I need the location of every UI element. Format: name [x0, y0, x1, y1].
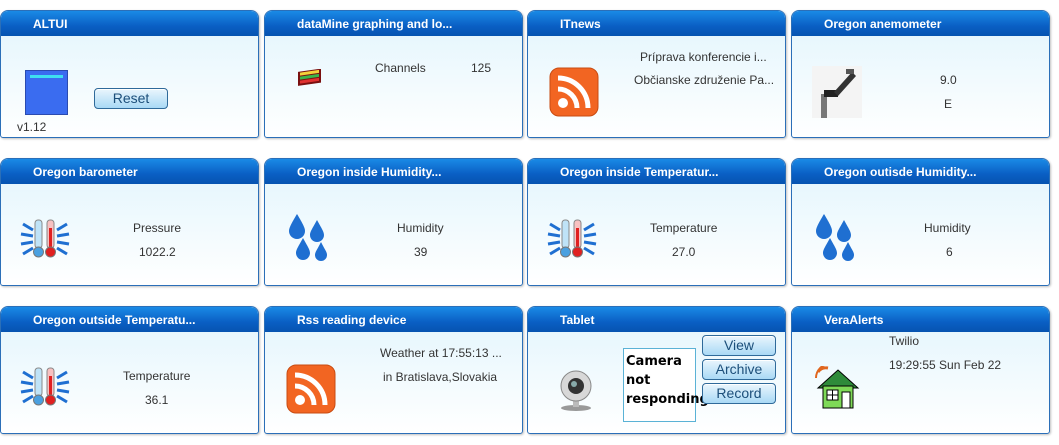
version-label: v1.12	[17, 120, 47, 134]
tile-altui: ALTUI Reset v1.12	[0, 10, 259, 138]
graph-icon	[298, 69, 321, 86]
webcam-icon	[560, 370, 592, 411]
alert-provider: Twilio	[889, 334, 920, 348]
rss-icon	[549, 67, 599, 117]
pressure-label: Pressure	[133, 221, 182, 235]
tile-title: Oregon inside Temperatur...	[528, 159, 785, 184]
rss-icon	[286, 364, 336, 414]
tile-itnews: ITnews Príprava konferencie i... Občians…	[527, 10, 786, 138]
tile-oregon-barometer: Oregon barometer Pressure 1022.2	[0, 158, 259, 286]
tile-title: Rss reading device	[265, 307, 522, 332]
tile-oregon-outside-temperature: Oregon outside Temperatu... Temperature …	[0, 306, 259, 434]
tile-oregon-inside-humidity: Oregon inside Humidity... Humidity 39	[264, 158, 523, 286]
thermometer-icon	[547, 219, 597, 258]
humidity-value: 39	[414, 245, 428, 259]
news-line-2: Občianske združenie Pa...	[634, 73, 775, 87]
humidity-label: Humidity	[397, 221, 444, 235]
anemometer-icon	[812, 66, 862, 118]
tile-title: Tablet	[528, 307, 785, 332]
camera-status: Camera not responding	[623, 348, 709, 422]
tile-title: Oregon outisde Humidity...	[792, 159, 1049, 184]
alert-timestamp: 19:29:55 Sun Feb 22	[889, 358, 1002, 372]
tile-title: Oregon inside Humidity...	[265, 159, 522, 184]
view-button[interactable]: View	[702, 335, 776, 356]
tile-title: Oregon barometer	[1, 159, 258, 184]
tile-oregon-anemometer: Oregon anemometer 9.0 E	[791, 10, 1050, 138]
wind-speed: 9.0	[940, 73, 957, 87]
humidity-label: Humidity	[924, 221, 971, 235]
altui-icon	[25, 70, 68, 115]
water-drops-icon	[816, 214, 854, 261]
humidity-value: 6	[946, 245, 953, 259]
rss-line-2: in Bratislava,Slovakia	[383, 370, 498, 384]
tile-tablet: Tablet Camera not responding View Archiv…	[527, 306, 786, 434]
temperature-value: 36.1	[145, 393, 169, 407]
tile-title: VeraAlerts	[792, 307, 1049, 332]
thermometer-icon	[20, 219, 70, 258]
tile-veraalerts: VeraAlerts Twilio 19:29:55 Sun Feb 22	[791, 306, 1050, 434]
tile-rss-reading-device: Rss reading device Weather at 17:55:13 .…	[264, 306, 523, 434]
thermometer-icon	[20, 367, 70, 406]
tile-oregon-outisde-humidity: Oregon outisde Humidity... Humidity 6	[791, 158, 1050, 286]
tile-datamine: dataMine graphing and lo... Channels 125	[264, 10, 523, 138]
tile-title: Oregon outside Temperatu...	[1, 307, 258, 332]
temperature-label: Temperature	[123, 369, 191, 383]
tile-oregon-inside-temperature: Oregon inside Temperatur... Temperature …	[527, 158, 786, 286]
tile-title: dataMine graphing and lo...	[265, 11, 522, 36]
tile-title: ITnews	[528, 11, 785, 36]
archive-button[interactable]: Archive	[702, 359, 776, 380]
pressure-value: 1022.2	[139, 245, 176, 259]
rss-line-1: Weather at 17:55:13 ...	[380, 346, 502, 360]
temperature-value: 27.0	[672, 245, 696, 259]
channels-value: 125	[471, 61, 492, 75]
news-line-1: Príprava konferencie i...	[640, 50, 767, 64]
water-drops-icon	[289, 214, 327, 261]
channels-label: Channels	[375, 61, 426, 75]
reset-button[interactable]: Reset	[94, 88, 168, 109]
tile-title: Oregon anemometer	[792, 11, 1049, 36]
temperature-label: Temperature	[650, 221, 718, 235]
house-icon	[815, 366, 860, 409]
tile-title: ALTUI	[1, 11, 258, 36]
wind-direction: E	[944, 97, 953, 111]
record-button[interactable]: Record	[702, 383, 776, 404]
